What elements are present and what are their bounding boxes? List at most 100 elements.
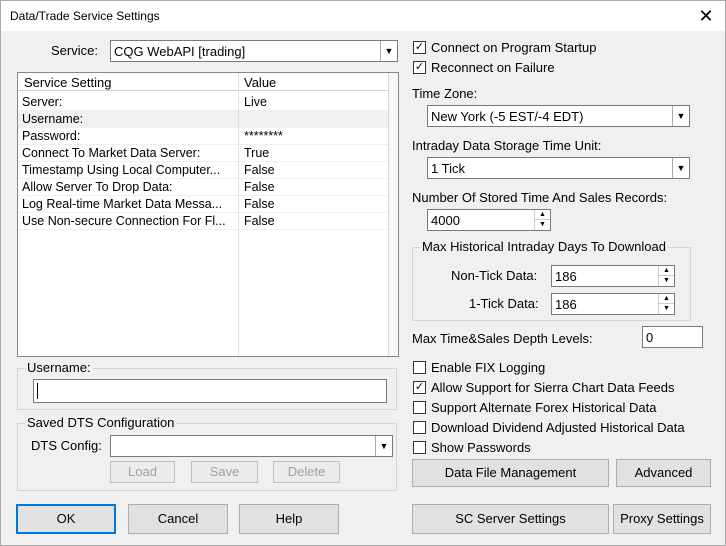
spin-up-icon[interactable]: ▲ — [659, 266, 674, 276]
ok-button[interactable]: OK — [16, 504, 116, 534]
dts-config-label: DTS Config: — [31, 438, 102, 453]
non-tick-stepper[interactable]: 186 ▲ ▼ — [551, 265, 675, 287]
checkbox-box[interactable] — [413, 361, 426, 374]
setting-value[interactable]: ******** — [244, 129, 283, 143]
grid-row[interactable]: Connect To Market Data Server: True — [18, 145, 388, 162]
grid-row[interactable]: Use Non-secure Connection For Fl... Fals… — [18, 213, 388, 230]
setting-value[interactable]: False — [244, 163, 275, 177]
stored-records-label: Number Of Stored Time And Sales Records: — [412, 190, 668, 205]
spin-down-icon[interactable]: ▼ — [535, 220, 550, 230]
settings-window: Data/Trade Service Settings ✕ Service: C… — [0, 0, 726, 546]
spin-up-icon[interactable]: ▲ — [659, 294, 674, 304]
timezone-select[interactable]: New York (-5 EST/-4 EDT) ▼ — [427, 105, 690, 127]
stepper-buttons: ▲ ▼ — [658, 294, 674, 314]
setting-name: Server: — [22, 95, 63, 109]
max-historical-group: Max Historical Intraday Days To Download… — [412, 239, 691, 321]
help-button[interactable]: Help — [239, 504, 339, 534]
reconnect-failure-label: Reconnect on Failure — [431, 60, 555, 75]
service-label: Service: — [51, 43, 98, 58]
connect-startup-label: Connect on Program Startup — [431, 40, 597, 55]
setting-name: Connect To Market Data Server: — [22, 146, 201, 160]
spin-down-icon[interactable]: ▼ — [659, 276, 674, 286]
sc-server-settings-button[interactable]: SC Server Settings — [412, 504, 609, 534]
column-divider[interactable] — [238, 73, 239, 356]
spin-up-icon[interactable]: ▲ — [535, 210, 550, 220]
setting-name: Log Real-time Market Data Messa... — [22, 197, 223, 211]
proxy-settings-button[interactable]: Proxy Settings — [613, 504, 711, 534]
username-group-legend: Username: — [25, 360, 93, 375]
one-tick-stepper[interactable]: 186 ▲ ▼ — [551, 293, 675, 315]
depth-levels-value: 0 — [646, 330, 654, 345]
setting-value[interactable]: False — [244, 197, 275, 211]
sierra-chart-feeds-label: Allow Support for Sierra Chart Data Feed… — [431, 380, 675, 395]
checkbox-box[interactable] — [413, 401, 426, 414]
depth-levels-label: Max Time&Sales Depth Levels: — [412, 331, 593, 346]
setting-name: Allow Server To Drop Data: — [22, 180, 173, 194]
service-select[interactable]: CQG WebAPI [trading] ▼ — [110, 40, 398, 62]
timezone-label: Time Zone: — [412, 86, 478, 101]
checkbox-check-icon[interactable]: ✓ — [413, 381, 426, 394]
timezone-value: New York (-5 EST/-4 EDT) — [431, 109, 584, 124]
setting-value[interactable]: Live — [244, 95, 267, 109]
stored-records-value: 4000 — [431, 213, 460, 228]
saved-dts-legend: Saved DTS Configuration — [25, 415, 177, 430]
setting-value[interactable]: False — [244, 214, 275, 228]
show-passwords-label: Show Passwords — [431, 440, 531, 455]
title-bar: Data/Trade Service Settings ✕ — [1, 1, 725, 31]
one-tick-value: 186 — [555, 297, 577, 312]
save-button[interactable]: Save — [191, 461, 258, 483]
setting-name: Password: — [22, 129, 81, 143]
checkbox-box[interactable] — [413, 441, 426, 454]
setting-name: Timestamp Using Local Computer... — [22, 163, 221, 177]
delete-button[interactable]: Delete — [273, 461, 340, 483]
max-historical-legend: Max Historical Intraday Days To Download — [420, 239, 668, 254]
checkbox-check-icon[interactable]: ✓ — [413, 61, 426, 74]
setting-value[interactable]: False — [244, 180, 275, 194]
setting-value[interactable]: True — [244, 146, 269, 160]
setting-name: Username: — [22, 112, 84, 126]
grid-row[interactable]: Username: — [18, 111, 388, 128]
grid-header-value[interactable]: Value — [244, 75, 276, 90]
alternate-forex-label: Support Alternate Forex Historical Data — [431, 400, 657, 415]
chevron-down-icon[interactable]: ▼ — [375, 436, 392, 456]
stored-records-stepper[interactable]: 4000 ▲ ▼ — [427, 209, 551, 231]
grid-row[interactable]: Password: ******** — [18, 128, 388, 145]
service-settings-grid[interactable]: Service Setting Value Server: Live Usern… — [17, 72, 399, 357]
stepper-buttons: ▲ ▼ — [534, 210, 550, 230]
chevron-down-icon[interactable]: ▼ — [672, 106, 689, 126]
cancel-button[interactable]: Cancel — [128, 504, 228, 534]
service-select-value: CQG WebAPI [trading] — [114, 44, 246, 59]
grid-row[interactable]: Log Real-time Market Data Messa... False — [18, 196, 388, 213]
dividend-adjusted-label: Download Dividend Adjusted Historical Da… — [431, 420, 685, 435]
chevron-down-icon[interactable]: ▼ — [380, 41, 397, 61]
storage-unit-select[interactable]: 1 Tick ▼ — [427, 157, 690, 179]
close-icon[interactable]: ✕ — [695, 5, 717, 27]
chevron-down-icon[interactable]: ▼ — [672, 158, 689, 178]
username-group: Username: — [17, 360, 397, 410]
window-title: Data/Trade Service Settings — [10, 9, 160, 23]
grid-header-setting[interactable]: Service Setting — [24, 75, 111, 90]
non-tick-value: 186 — [555, 269, 577, 284]
text-cursor — [37, 383, 38, 399]
grid-row[interactable]: Server: Live — [18, 94, 388, 111]
spin-down-icon[interactable]: ▼ — [659, 304, 674, 314]
checkbox-check-icon[interactable]: ✓ — [413, 41, 426, 54]
dts-config-select[interactable]: ▼ — [110, 435, 393, 457]
setting-name: Use Non-secure Connection For Fl... — [22, 214, 226, 228]
data-file-management-button[interactable]: Data File Management — [412, 459, 609, 487]
saved-dts-group: Saved DTS Configuration DTS Config: ▼ Lo… — [17, 415, 397, 491]
stepper-buttons: ▲ ▼ — [658, 266, 674, 286]
enable-fix-logging-label: Enable FIX Logging — [431, 360, 546, 375]
grid-header: Service Setting Value — [18, 73, 388, 91]
grid-row[interactable]: Allow Server To Drop Data: False — [18, 179, 388, 196]
advanced-button[interactable]: Advanced — [616, 459, 711, 487]
grid-scrollbar[interactable] — [388, 73, 398, 356]
load-button[interactable]: Load — [110, 461, 175, 483]
depth-levels-input[interactable]: 0 — [642, 326, 703, 348]
non-tick-label: Non-Tick Data: — [451, 268, 538, 283]
checkbox-box[interactable] — [413, 421, 426, 434]
storage-unit-value: 1 Tick — [431, 161, 465, 176]
grid-row[interactable]: Timestamp Using Local Computer... False — [18, 162, 388, 179]
one-tick-label: 1-Tick Data: — [469, 296, 539, 311]
username-input[interactable] — [33, 379, 387, 403]
